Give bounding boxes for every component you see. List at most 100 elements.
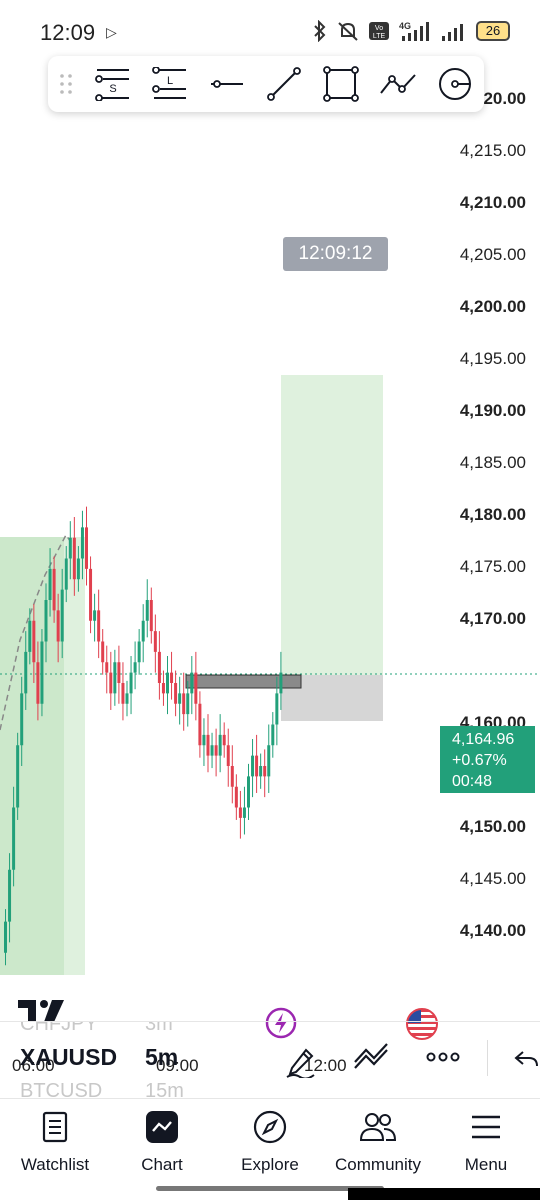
price-change: +0.67% (452, 752, 507, 769)
candle-body (275, 693, 279, 725)
candle-body (101, 641, 105, 663)
play-icon: ▷ (106, 24, 117, 40)
price-axis-label: 4,210.00 (459, 193, 526, 212)
nav-chart[interactable]: Chart (107, 1107, 217, 1175)
nav-community-label: Community (335, 1155, 421, 1174)
next-symbol[interactable]: BTCUSD (20, 1080, 102, 1098)
nav-explore[interactable]: Explore (215, 1107, 325, 1175)
candle-body (198, 703, 202, 746)
next-interval[interactable]: 15m (145, 1080, 184, 1098)
long-position-tool[interactable]: L (141, 56, 198, 112)
candle-body (263, 766, 267, 777)
nav-community[interactable]: Community (323, 1107, 433, 1175)
symbol-name[interactable]: XAUUSD (20, 1044, 117, 1071)
horizontal-line-tool[interactable] (198, 56, 255, 112)
candle-body (60, 589, 64, 642)
candle-body (247, 776, 250, 808)
drag-handle-icon[interactable] (48, 56, 84, 112)
price-axis-label: 4,140.00 (459, 921, 526, 940)
nav-menu[interactable]: Menu (431, 1107, 540, 1175)
candle-body (210, 745, 214, 756)
bluetooth-icon (312, 20, 328, 42)
candle-body (125, 693, 129, 704)
svg-text:LTE: LTE (373, 33, 386, 40)
candle-body (170, 672, 174, 683)
svg-text:4G: 4G (399, 21, 411, 31)
candle-body (234, 786, 238, 808)
signal-4g-icon: 4G (398, 20, 432, 42)
status-icons: Vo LTE 4G 26 (312, 20, 510, 42)
circle-tool[interactable] (426, 56, 483, 112)
candle-body (4, 921, 7, 953)
svg-text:Vo: Vo (375, 25, 383, 32)
candle-body (174, 683, 178, 704)
candle-body (129, 672, 133, 694)
candle-body (251, 755, 255, 777)
trend-line-tool[interactable] (255, 56, 312, 112)
candle-body (166, 672, 169, 694)
candle-body (52, 568, 56, 611)
candle-body (157, 651, 161, 683)
symbol-bar[interactable]: CHFJPY 3m XAUUSD 5m BTCUSD 15m (0, 1021, 540, 1098)
candle-body (214, 745, 218, 756)
more-options-icon[interactable] (426, 1048, 460, 1071)
candle-body (218, 734, 222, 756)
bar-countdown: 00:48 (452, 773, 493, 790)
candle-body (190, 672, 194, 694)
crosshair-time-tooltip: 12:09:12 (283, 237, 388, 271)
prev-symbol[interactable]: CHFJPY (20, 1022, 98, 1036)
mute-bell-icon (336, 20, 360, 42)
current-price-value: 4,164.96 (452, 731, 515, 748)
path-icon (379, 74, 416, 94)
candle-body (242, 807, 246, 818)
entry-marker (185, 674, 302, 689)
price-axis-label: 4,215.00 (459, 141, 526, 160)
candle-body (133, 662, 137, 673)
candle-body (20, 693, 24, 746)
candle-body (56, 610, 60, 642)
interval-selector[interactable]: 5m (145, 1044, 178, 1071)
indicators-icon[interactable] (352, 1042, 390, 1081)
community-icon (323, 1107, 433, 1147)
nav-watchlist[interactable]: Watchlist (0, 1107, 110, 1175)
compass-icon (215, 1107, 325, 1147)
candle-body (36, 662, 40, 704)
candle-body (121, 683, 125, 704)
candle-body (40, 641, 44, 704)
candle-body (149, 600, 153, 632)
trend-line-icon (266, 67, 301, 101)
candle-body (271, 724, 275, 746)
candle-body (80, 527, 84, 559)
watchlist-icon (0, 1107, 110, 1147)
bottom-nav: Watchlist Chart Explore Community Menu (0, 1098, 540, 1200)
candle-body (182, 693, 186, 715)
chart-area[interactable]: 4,220.00 4,215.00 4,210.00 4,205.00 4,200.00… (0, 66, 540, 1075)
candle-body (8, 869, 12, 922)
candle-body (259, 766, 263, 777)
battery-indicator: 26 (476, 21, 510, 41)
divider (487, 1040, 488, 1076)
nav-watchlist-label: Watchlist (20, 1155, 90, 1174)
prev-interval[interactable]: 3m (145, 1022, 173, 1036)
candle-body (24, 651, 28, 694)
undo-icon[interactable] (513, 1048, 539, 1075)
price-axis-label: 4,170.00 (459, 609, 526, 628)
candle-body (145, 600, 149, 621)
candle-body (76, 558, 80, 580)
long-position-icon: L (151, 67, 186, 99)
path-tool[interactable] (369, 56, 426, 112)
rectangle-icon (322, 66, 359, 102)
rectangle-tool[interactable] (312, 56, 369, 112)
short-position-tool[interactable]: S (84, 56, 141, 112)
drawing-toolbar: S L (48, 56, 484, 112)
candle-body (44, 600, 48, 642)
drawing-pen-icon[interactable] (284, 1042, 316, 1083)
candle-body (12, 807, 16, 870)
candle-body (93, 610, 97, 621)
corner-block (348, 1188, 540, 1200)
svg-text:L: L (166, 75, 172, 87)
candle-body (194, 672, 198, 704)
candle-body (279, 672, 283, 694)
signal-icon (440, 20, 468, 42)
volte-icon: Vo LTE (368, 20, 390, 42)
